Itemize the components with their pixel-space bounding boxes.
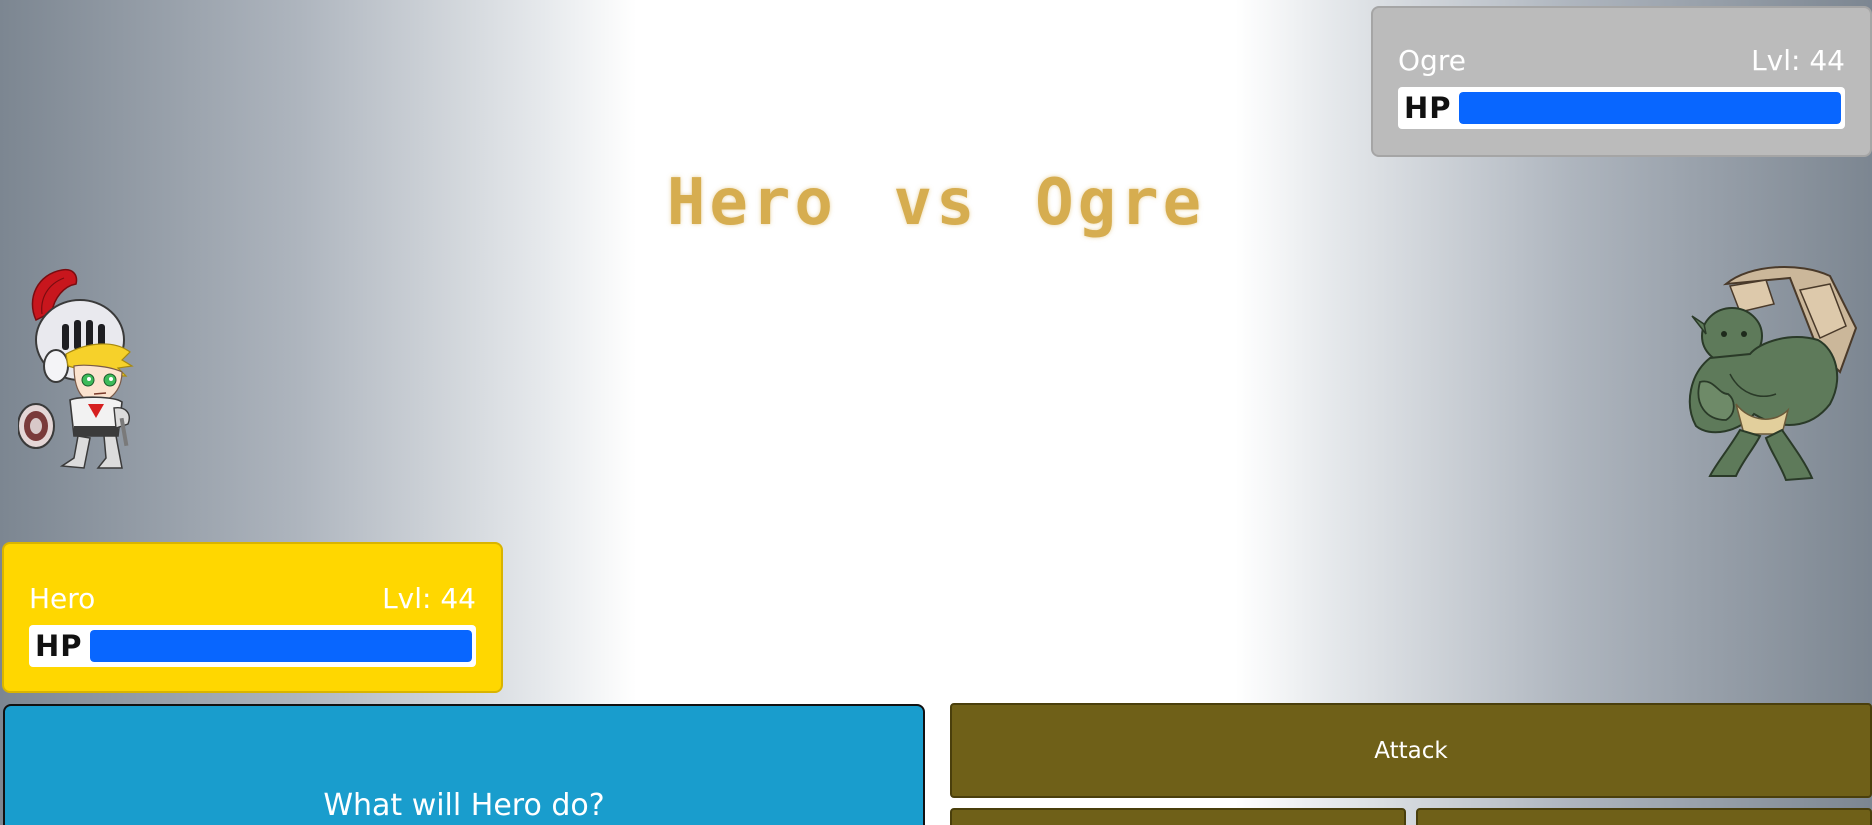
- player-hp-label: HP: [35, 629, 83, 663]
- battle-title: Hero vs Ogre: [666, 166, 1206, 240]
- enemy-status-header: Ogre Lvl: 44: [1398, 38, 1845, 82]
- enemy-hp-track: [1458, 92, 1841, 124]
- battle-message-box: What will Hero do?: [3, 704, 925, 825]
- enemy-hp-bar: [1458, 92, 1841, 124]
- enemy-level: Lvl: 44: [1751, 43, 1845, 77]
- action-button-3[interactable]: [1416, 808, 1872, 825]
- enemy-hp-row: HP: [1398, 87, 1845, 129]
- enemy-hp-label: HP: [1404, 91, 1452, 125]
- battle-scene: Hero vs Ogre Ogre Lvl: 44 HP Hero Lvl: 4…: [0, 0, 1872, 825]
- player-status-panel: Hero Lvl: 44 HP: [2, 542, 503, 693]
- ogre-sprite-icon: [1688, 266, 1858, 482]
- action-button-2[interactable]: [950, 808, 1406, 825]
- player-name: Hero: [29, 581, 96, 615]
- player-hp-row: HP: [29, 625, 476, 667]
- attack-button[interactable]: Attack: [950, 703, 1872, 798]
- player-hp-bar: [89, 630, 472, 662]
- battle-message-text: What will Hero do?: [323, 788, 605, 823]
- enemy-name: Ogre: [1398, 43, 1466, 77]
- knight-sprite-icon: [18, 268, 134, 469]
- enemy-status-panel: Ogre Lvl: 44 HP: [1371, 6, 1872, 157]
- player-hp-track: [89, 630, 472, 662]
- player-level: Lvl: 44: [382, 581, 476, 615]
- player-status-header: Hero Lvl: 44: [29, 576, 476, 620]
